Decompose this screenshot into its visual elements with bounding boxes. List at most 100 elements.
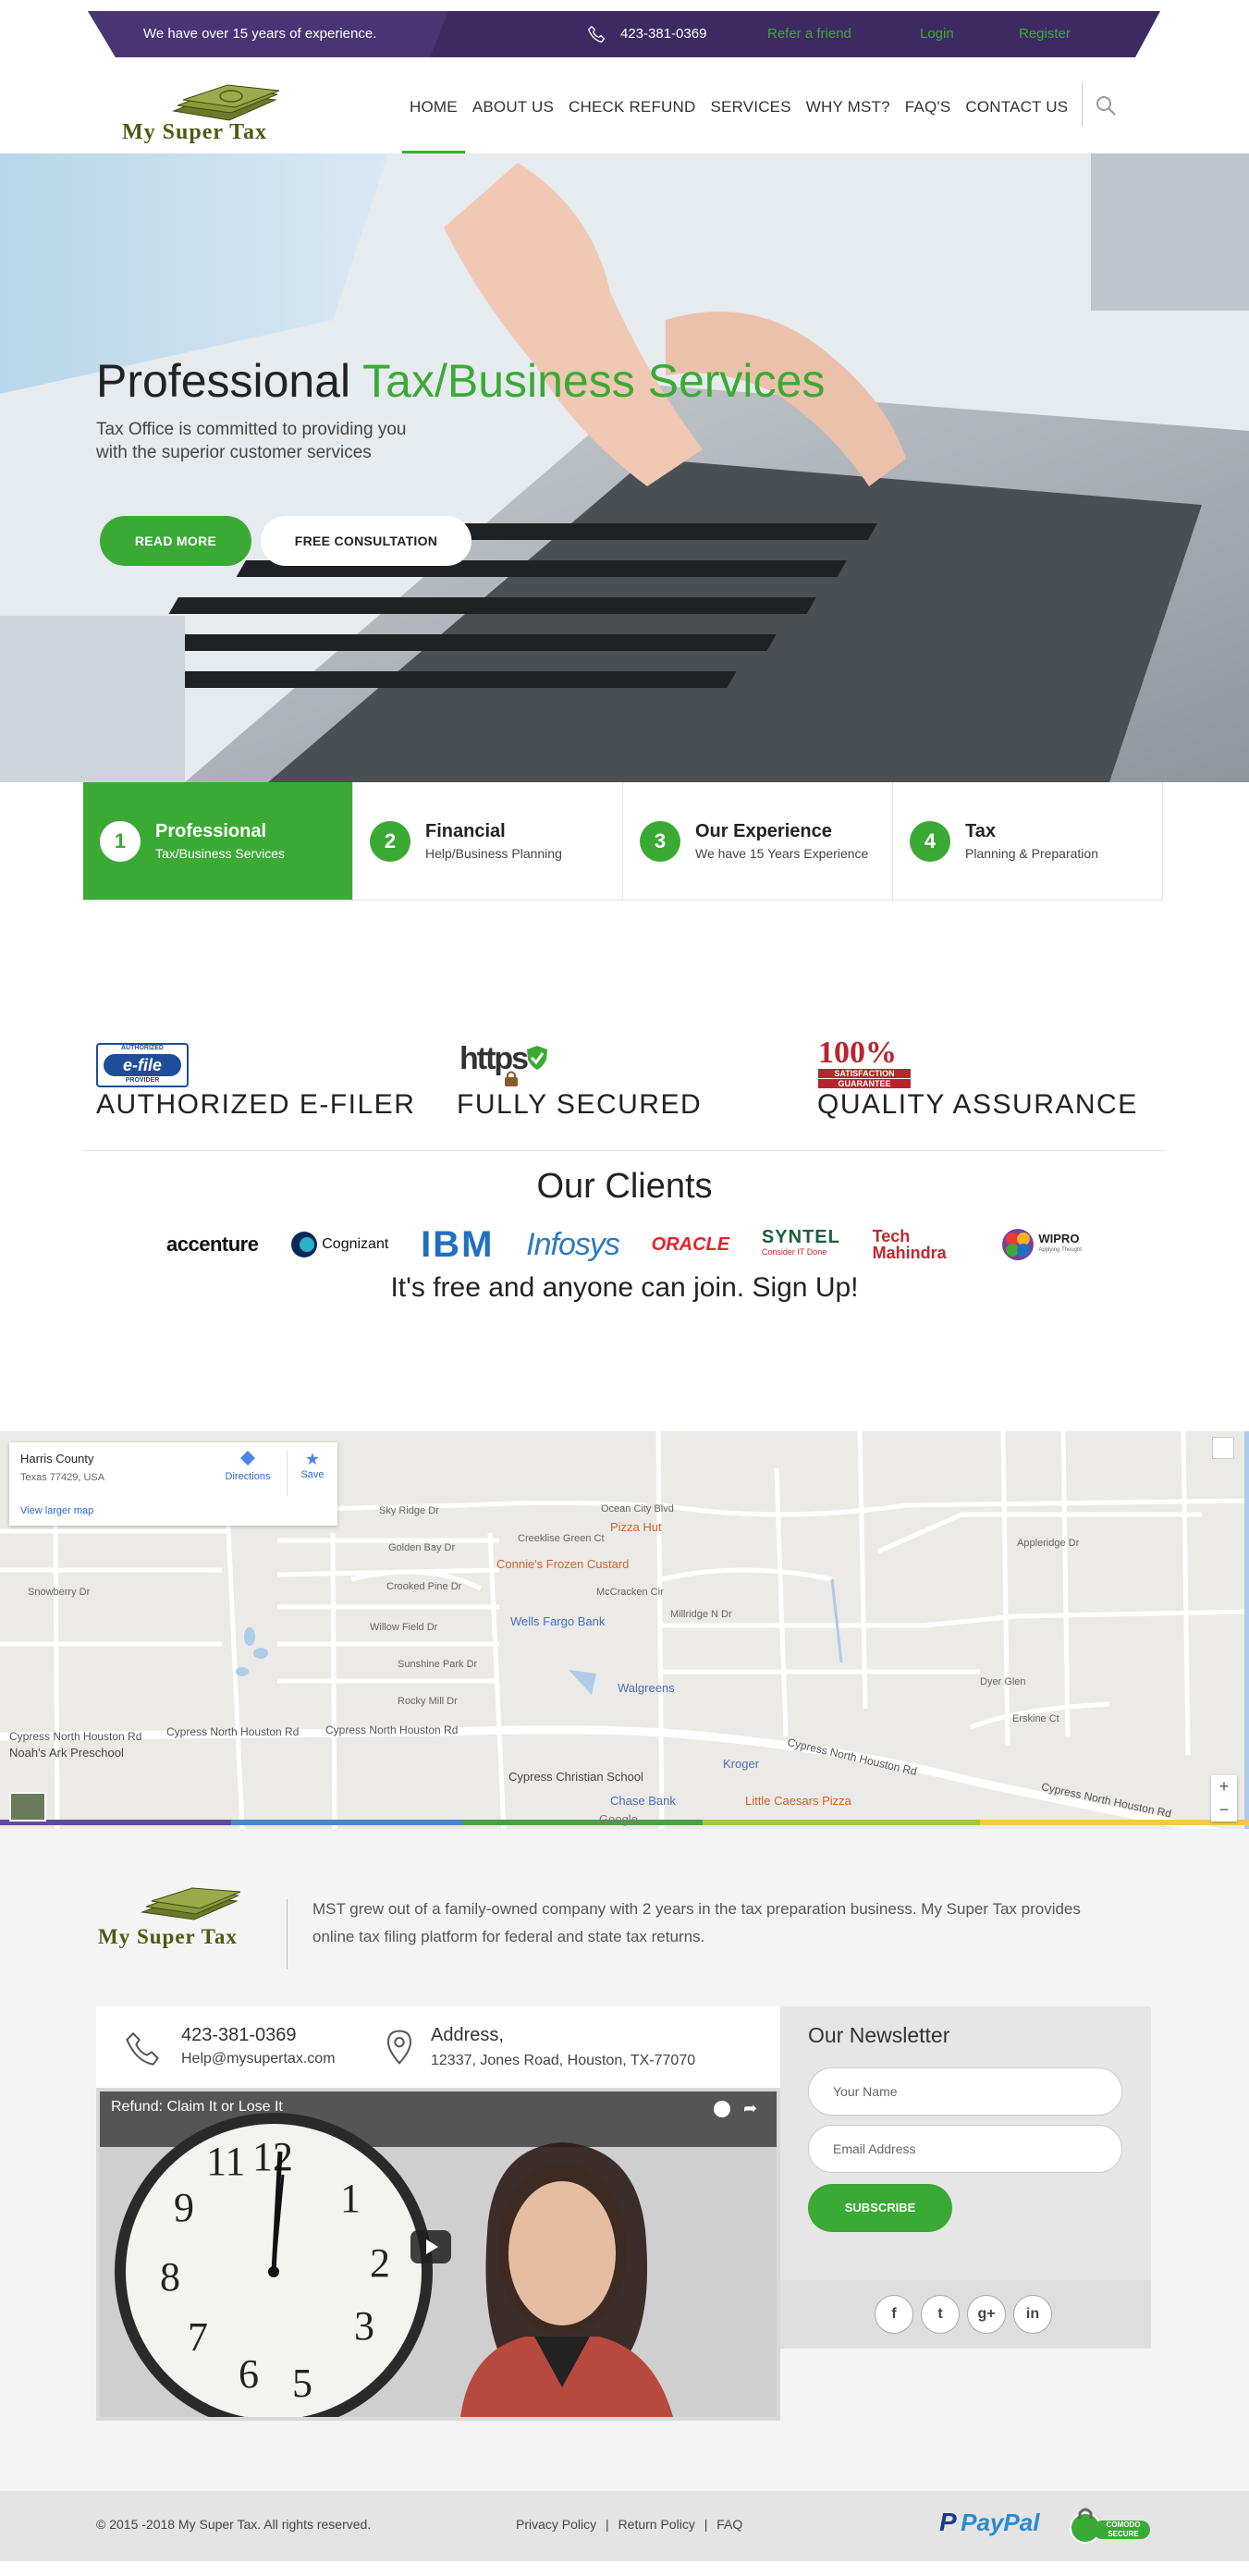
directions-icon	[240, 1451, 255, 1466]
road-label: Cypress North Houston Rd	[325, 1723, 459, 1736]
poi-noahs-ark[interactable]: Noah's Ark Preschool	[9, 1746, 124, 1760]
play-button[interactable]	[410, 2230, 451, 2263]
padlock-icon	[505, 1071, 518, 1086]
svg-text:1: 1	[340, 2176, 361, 2221]
hero-subtitle: Tax Office is committed to providing you…	[96, 420, 407, 462]
guarantee-line1: SATISFACTION	[818, 1069, 911, 1078]
nav-home[interactable]: HOME	[402, 92, 465, 153]
https-logo: https	[459, 1041, 552, 1089]
privacy-policy-link[interactable]: Privacy Policy	[516, 2517, 596, 2532]
feature-experience[interactable]: 3 Our Experience We have 15 Years Experie…	[623, 782, 893, 901]
efile-top-text: AUTHORIZED	[121, 1045, 164, 1051]
nav-faqs[interactable]: FAQ'S	[898, 92, 959, 122]
map-info-card: Harris County Texas 77429, USA View larg…	[9, 1442, 337, 1526]
feature-subtitle: Tax/Business Services	[155, 846, 286, 861]
feature-financial[interactable]: 2 Financial Help/Business Planning	[353, 782, 623, 901]
road-label: Ocean City Blvd	[601, 1503, 674, 1515]
footer-address: 12337, Jones Road, Houston, TX-77070	[431, 2053, 696, 2068]
syntel-tagline: Consider IT Done	[761, 1247, 827, 1257]
info-card-divider	[287, 1450, 288, 1496]
footer-description: MST grew out of a family-owned company w…	[312, 1900, 1081, 1945]
nav-services[interactable]: SERVICES	[703, 92, 798, 122]
login-link[interactable]: Login	[920, 11, 954, 57]
nav-why-mst[interactable]: WHY MST?	[799, 92, 898, 122]
directions-button[interactable]: Directions	[220, 1450, 276, 1482]
svg-text:2: 2	[370, 2240, 390, 2286]
feature-subtitle: Help/Business Planning	[425, 846, 562, 861]
signup-cta[interactable]: It's free and anyone can join. Sign Up!	[0, 1272, 1249, 1304]
satellite-toggle[interactable]	[9, 1792, 46, 1822]
faq-link[interactable]: FAQ	[716, 2517, 742, 2532]
video-title[interactable]: Refund: Claim It or Lose It	[111, 2099, 283, 2116]
nav-divider	[1082, 81, 1083, 126]
accenture-logo: accenture	[166, 1233, 259, 1256]
efile-bottom-text: PROVIDER	[125, 1077, 160, 1084]
footer-email[interactable]: Help@mysupertax.com	[181, 2051, 336, 2067]
subscribe-button[interactable]: SUBSCRIBE	[808, 2184, 952, 2232]
quality-assurance-label: QUALITY ASSURANCE	[817, 1089, 1138, 1120]
newsletter-name-input[interactable]: Your Name	[808, 2067, 1122, 2116]
footer-logo[interactable]: My Super Tax	[96, 1886, 281, 1953]
zoom-in-button[interactable]: +	[1211, 1775, 1237, 1798]
road-label: Cypress North Houston Rd	[166, 1725, 300, 1738]
linkedin-icon[interactable]: in	[1013, 2295, 1052, 2334]
road-label: Creeklise Green Ct	[518, 1533, 605, 1544]
road-label: Dyer Glen	[980, 1676, 1026, 1687]
address-label: Address,	[431, 2025, 504, 2045]
facebook-icon[interactable]: f	[875, 2295, 913, 2334]
map-place-address: Texas 77429, USA	[20, 1472, 105, 1483]
footer-phone[interactable]: 423-381-0369	[181, 2025, 297, 2046]
copyright: © 2015 -2018 My Super Tax. All rights re…	[96, 2517, 372, 2532]
poi-connies-custard[interactable]: Connie's Frozen Custard	[496, 1557, 629, 1571]
save-button[interactable]: ★ Save	[294, 1450, 331, 1480]
comodo-secure-badge: COMODO SECURE	[1069, 2502, 1154, 2548]
poi-walgreens[interactable]: Walgreens	[618, 1681, 675, 1695]
watch-later-icon[interactable]	[714, 2101, 730, 2117]
register-link[interactable]: Register	[1019, 11, 1071, 57]
feature-tax[interactable]: 4 Tax Planning & Preparation	[893, 782, 1163, 901]
guarantee-percent: 100%	[818, 1036, 897, 1070]
refer-friend-link[interactable]: Refer a friend	[767, 11, 851, 57]
feature-number: 1	[100, 820, 141, 862]
poi-cypress-christian[interactable]: Cypress Christian School	[508, 1770, 643, 1784]
oracle-logo: ORACLE	[651, 1233, 730, 1255]
newsletter-email-input[interactable]: Email Address	[808, 2125, 1122, 2173]
poi-chase-bank[interactable]: Chase Bank	[610, 1794, 676, 1808]
read-more-button[interactable]: READ MORE	[100, 516, 251, 566]
nav-about[interactable]: ABOUT US	[465, 92, 561, 122]
poi-pizza-hut[interactable]: Pizza Hut	[610, 1520, 662, 1534]
paypal-p-icon: P	[939, 2508, 957, 2536]
free-consultation-button[interactable]: FREE CONSULTATION	[261, 516, 471, 566]
poi-little-caesars[interactable]: Little Caesars Pizza	[745, 1794, 851, 1808]
road-label: Snowberry Dr	[28, 1587, 91, 1598]
return-policy-link[interactable]: Return Policy	[618, 2517, 695, 2532]
road-label: McCracken Cir	[596, 1587, 664, 1598]
view-larger-map-link[interactable]: View larger map	[20, 1505, 93, 1516]
footer-divider	[287, 1899, 288, 1969]
hero-title-plain: Professional	[96, 355, 363, 407]
video-player[interactable]: 12 1 2 3 5678 9 11 Refund: Claim It or Lose …	[96, 2088, 780, 2421]
wipro-tagline: Applying Thought	[1038, 1247, 1082, 1253]
poi-kroger[interactable]: Kroger	[723, 1757, 759, 1771]
site-logo[interactable]: My Super Tax	[120, 83, 314, 150]
efile-logo: AUTHORIZED e-file PROVIDER	[96, 1043, 189, 1087]
efile-logo-text: e-file	[104, 1054, 181, 1076]
feature-professional[interactable]: 1 Professional Tax/Business Services	[83, 782, 353, 901]
poi-wells-fargo[interactable]: Wells Fargo Bank	[510, 1614, 605, 1628]
star-icon: ★	[304, 1450, 321, 1468]
fullscreen-icon[interactable]	[1212, 1437, 1234, 1459]
zoom-out-button[interactable]: −	[1211, 1798, 1237, 1822]
location-pin-icon	[386, 2030, 412, 2065]
nav-check-refund[interactable]: CHECK REFUND	[561, 92, 703, 122]
road-label: Appleridge Dr	[1017, 1538, 1080, 1549]
topbar-phone[interactable]: 423-381-0369	[620, 11, 706, 57]
twitter-icon[interactable]: t	[921, 2295, 960, 2334]
experience-tagline: We have over 15 years of experience.	[143, 26, 377, 42]
nav-contact[interactable]: CONTACT US	[958, 92, 1075, 122]
svg-text:9: 9	[174, 2185, 194, 2230]
svg-text:3: 3	[354, 2303, 374, 2349]
feature-number: 3	[640, 820, 680, 862]
share-icon[interactable]: ➦	[743, 2099, 757, 2118]
search-icon[interactable]	[1095, 94, 1117, 121]
google-plus-icon[interactable]: g+	[967, 2295, 1006, 2334]
